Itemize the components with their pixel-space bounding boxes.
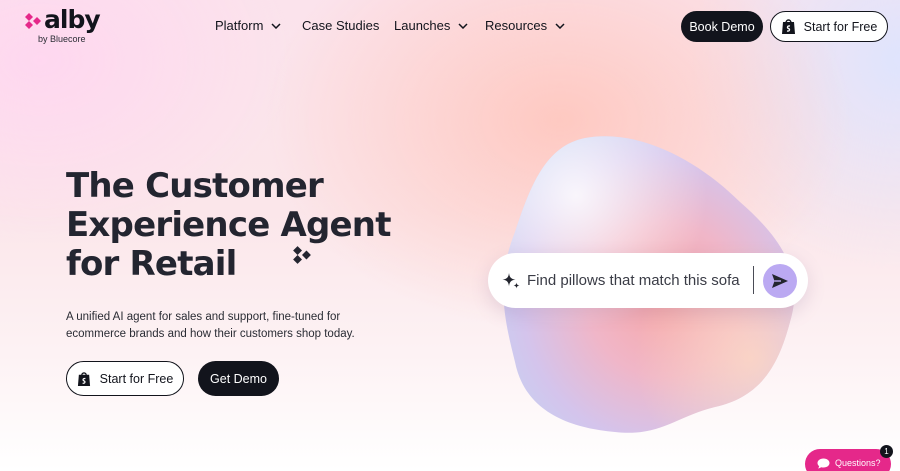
- nav-item-label: Platform: [215, 18, 264, 33]
- headline-line: for Retail: [66, 244, 237, 284]
- headline-line: Experience Agent: [66, 205, 391, 245]
- questions-label: Questions?: [835, 458, 881, 468]
- shopify-bag-icon: [77, 371, 91, 387]
- start-for-free-label: Start for Free: [99, 371, 174, 386]
- shopify-bag-icon: [781, 18, 796, 35]
- headline-line: The Customer: [66, 166, 324, 206]
- main-menu: Platform Case Studies Launches Resources: [215, 18, 565, 33]
- chevron-down-icon: [271, 22, 281, 29]
- search-input[interactable]: [527, 269, 753, 291]
- nav-item-launches[interactable]: Launches: [394, 18, 485, 33]
- nav-item-label: Case Studies: [302, 18, 380, 33]
- hero-headline: The Customer Experience Agent for Retail: [66, 167, 426, 284]
- questions-chat-button[interactable]: Questions?: [805, 449, 891, 471]
- book-demo-button[interactable]: Book Demo: [681, 11, 763, 42]
- alby-spark-icon: [293, 246, 311, 264]
- chevron-down-icon: [458, 22, 468, 29]
- top-nav: alby by Bluecore Platform Case Studies L…: [0, 0, 900, 54]
- start-for-free-nav-button[interactable]: Start for Free: [770, 11, 888, 42]
- hero-subtext: A unified AI agent for sales and support…: [66, 311, 355, 340]
- start-for-free-button[interactable]: Start for Free: [66, 361, 184, 396]
- brand-name: alby: [44, 5, 101, 34]
- chevron-down-icon: [555, 22, 565, 29]
- send-icon: [772, 274, 788, 288]
- nav-item-label: Launches: [394, 18, 451, 33]
- nav-item-resources[interactable]: Resources: [485, 18, 565, 33]
- get-demo-button[interactable]: Get Demo: [198, 361, 279, 396]
- ai-search-bar: [488, 253, 808, 308]
- nav-item-platform[interactable]: Platform: [215, 18, 302, 33]
- chat-bubble-icon: [817, 458, 830, 469]
- alby-logo-mark-icon: [25, 13, 41, 29]
- send-button[interactable]: [763, 264, 797, 298]
- sparkle-icon: [502, 273, 520, 289]
- start-for-free-label: Start for Free: [803, 19, 878, 34]
- nav-item-label: Resources: [485, 18, 548, 33]
- notification-badge: 1: [880, 445, 893, 458]
- text-cursor: [753, 266, 754, 294]
- nav-item-case-studies[interactable]: Case Studies: [302, 18, 394, 33]
- brand-sub: by Bluecore: [38, 34, 86, 44]
- alby-logo[interactable]: alby by Bluecore: [24, 5, 114, 46]
